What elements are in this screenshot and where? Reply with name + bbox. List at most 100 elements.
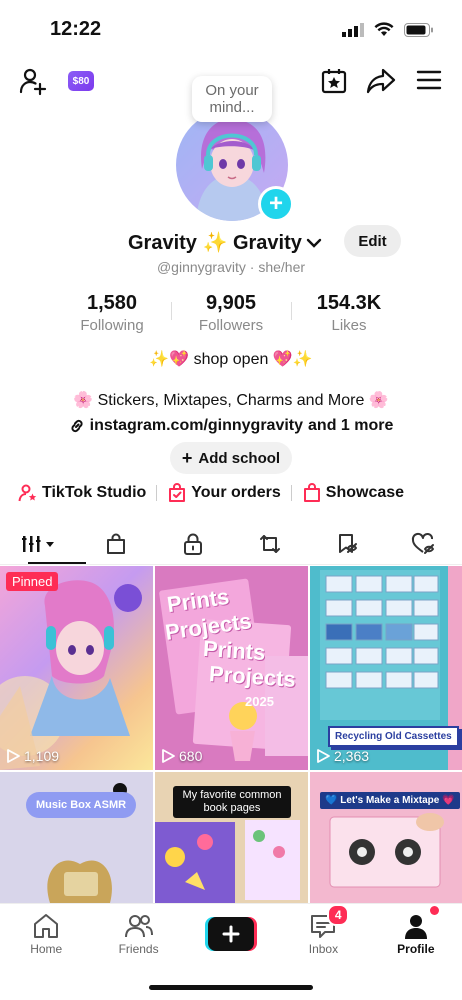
order-bag-icon <box>169 483 186 502</box>
stat-value: 1,580 <box>86 292 138 314</box>
bio-link-more[interactable]: and 1 more <box>308 417 393 435</box>
share-icon[interactable] <box>366 67 396 95</box>
tab-favorites[interactable] <box>308 524 385 564</box>
edit-button[interactable]: Edit <box>344 225 401 257</box>
inbox-badge: 4 <box>327 904 350 926</box>
chevron-down-icon <box>306 238 322 248</box>
friends-icon <box>124 914 153 937</box>
stat-likes[interactable]: 154.3K Likes <box>289 292 409 334</box>
play-icon <box>7 749 20 763</box>
coin-badge[interactable]: $80 <box>68 71 94 91</box>
calendar-star-icon[interactable] <box>320 67 348 95</box>
profile-icon <box>404 914 427 939</box>
tile-art-year: 2025 <box>245 694 274 709</box>
play-icon <box>317 749 330 763</box>
nav-profile-label: Profile <box>397 941 435 956</box>
bio-headline: ✨💖 shop open 💖✨ <box>149 351 313 368</box>
tab-private[interactable] <box>154 524 231 564</box>
menu-icon[interactable] <box>416 69 442 91</box>
active-tab-indicator <box>28 562 86 564</box>
video-tile[interactable]: My favorite common book pages <box>155 772 308 903</box>
tile-caption: Music Box ASMR <box>26 792 137 818</box>
video-tile[interactable]: 💙 Let's Make a Mixtape 💗 <box>310 772 462 903</box>
play-icon <box>162 749 175 763</box>
status-time: 12:22 <box>50 18 102 40</box>
nav-profile[interactable]: Profile <box>370 904 462 964</box>
video-tile[interactable]: Music Box ASMR <box>0 772 153 903</box>
profile-name-text: Gravity ✨ Gravity <box>128 232 302 254</box>
bio-link-row[interactable]: instagram.com/ginnygravity and 1 more <box>0 417 462 435</box>
quick-link-label: Your orders <box>191 484 281 501</box>
add-story-button[interactable]: + <box>258 186 294 222</box>
create-plus-icon <box>205 917 258 951</box>
shopping-bag-icon <box>303 483 320 502</box>
status-bubble[interactable]: On your mind... <box>192 76 272 122</box>
stat-label: Followers <box>198 317 264 334</box>
view-count: 2,363 <box>316 748 369 764</box>
tab-videos[interactable] <box>0 524 77 564</box>
tab-shop[interactable] <box>77 524 154 564</box>
video-tile[interactable]: Prints Projects Prints Projects 2025 680 <box>155 566 308 770</box>
video-tile[interactable]: Pinned 1,109 <box>0 566 153 770</box>
nav-create[interactable] <box>185 904 277 964</box>
stat-label: Likes <box>331 317 367 334</box>
nav-inbox-label: Inbox <box>308 941 339 956</box>
nav-home[interactable]: Home <box>0 904 92 964</box>
stat-label: Following <box>80 317 144 334</box>
stat-followers[interactable]: 9,905 Followers <box>171 292 291 334</box>
view-count-text: 1,109 <box>24 748 60 764</box>
lock-icon <box>183 533 202 555</box>
view-count-text: 680 <box>179 748 203 764</box>
profile-notification-dot <box>429 906 439 915</box>
battery-icon <box>404 22 433 37</box>
tab-reposts[interactable] <box>231 524 308 564</box>
bio-link[interactable]: instagram.com/ginnygravity <box>90 417 303 435</box>
add-school-button[interactable]: + Add school <box>170 442 292 474</box>
quick-links: TikTok Studio Your orders Showcase <box>18 483 404 503</box>
quick-divider <box>290 485 292 501</box>
nav-inbox[interactable]: Inbox 4 <box>277 904 369 964</box>
profile-tabs <box>0 524 462 565</box>
stat-value: 9,905 <box>205 292 257 314</box>
status-icons <box>342 22 434 37</box>
view-count: 1,109 <box>6 748 59 764</box>
quick-link-label: Showcase <box>325 484 405 501</box>
add-school-label: Add school <box>198 449 281 467</box>
tile-caption: My favorite common book pages <box>173 786 291 818</box>
nav-friends-label: Friends <box>118 941 159 956</box>
pinned-badge: Pinned <box>6 572 59 591</box>
tiktok-studio-link[interactable]: TikTok Studio <box>18 483 146 503</box>
heart-hidden-icon <box>411 532 434 554</box>
your-orders-link[interactable]: Your orders <box>167 483 281 503</box>
stat-value: 154.3K <box>316 292 382 314</box>
quick-divider <box>156 485 158 501</box>
link-icon <box>71 419 83 433</box>
handle-line: @ginnygravity · she/her <box>156 259 306 275</box>
plus-icon: + <box>181 447 193 468</box>
tile-caption: Recycling Old Cassettes <box>328 726 459 747</box>
video-tile[interactable]: Recycling Old Cassettes 2,363 <box>310 566 462 770</box>
bottom-nav: Home Friends Inbox 4 Profile <box>0 903 462 964</box>
add-friend-icon[interactable] <box>18 66 48 96</box>
repost-icon <box>259 535 280 553</box>
home-indicator <box>149 985 313 990</box>
showcase-link[interactable]: Showcase <box>302 483 404 503</box>
wifi-icon <box>374 22 394 36</box>
profile-name[interactable]: Gravity ✨ Gravity <box>128 230 322 255</box>
tab-liked[interactable] <box>385 524 462 564</box>
stat-following[interactable]: 1,580 Following <box>52 292 172 334</box>
bio-text: 🌸 Stickers, Mixtapes, Charms and More 🌸 <box>73 392 389 409</box>
nav-home-label: Home <box>30 941 63 956</box>
tile-thumbnail <box>0 580 142 770</box>
view-count-text: 2,363 <box>334 748 370 764</box>
grid-filter-icon <box>21 536 54 552</box>
bag-icon <box>106 533 125 554</box>
bookmark-hidden-icon <box>338 534 357 553</box>
quick-link-label: TikTok Studio <box>42 484 147 501</box>
view-count: 680 <box>161 748 202 764</box>
tile-caption: 💙 Let's Make a Mixtape 💗 <box>320 792 460 809</box>
nav-friends[interactable]: Friends <box>92 904 184 964</box>
signal-icon <box>342 22 364 37</box>
person-star-icon <box>18 484 37 502</box>
home-icon <box>34 913 59 938</box>
